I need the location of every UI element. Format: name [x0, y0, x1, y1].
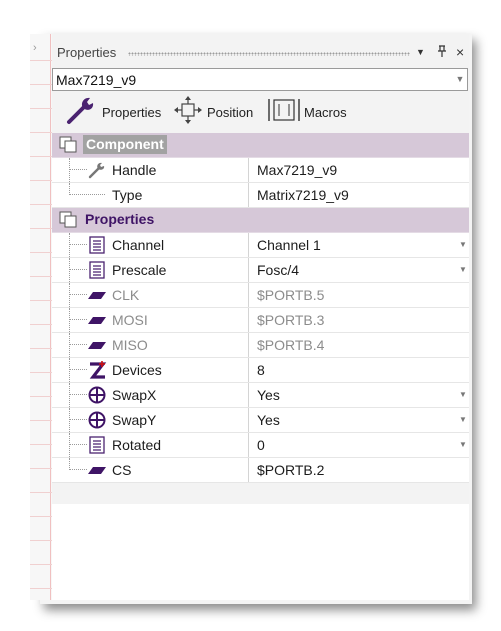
chevron-down-icon[interactable]: ▼	[453, 69, 467, 90]
property-name: CS	[112, 462, 132, 478]
category-pages-icon	[59, 136, 79, 159]
chevron-down-icon[interactable]: ▼	[457, 258, 469, 281]
property-name: Rotated	[112, 437, 162, 453]
category-properties-label: Properties	[85, 211, 155, 227]
property-name: Devices	[112, 362, 162, 378]
property-value[interactable]: Channel 1	[257, 237, 321, 253]
property-name: Prescale	[112, 262, 167, 278]
wrench-icon	[88, 161, 106, 179]
property-row-prescale[interactable]: Prescale Fosc/4 ▼	[52, 258, 469, 283]
category-component-label: Component	[83, 135, 167, 154]
properties-tab-button[interactable]: Properties	[66, 96, 161, 128]
move-arrows-icon	[173, 95, 203, 130]
circle-cross-icon	[88, 411, 106, 429]
component-selector-value: Max7219_v9	[56, 72, 137, 88]
property-value[interactable]: Yes	[257, 387, 280, 403]
drag-grip[interactable]	[128, 52, 410, 56]
list-icon	[88, 261, 106, 279]
property-name: CLK	[112, 287, 140, 303]
property-value[interactable]: $PORTB.2	[257, 462, 324, 478]
property-value[interactable]: Max7219_v9	[257, 162, 337, 178]
property-row-rotated[interactable]: Rotated 0 ▼	[52, 433, 469, 458]
pin-parallelogram-icon	[88, 336, 106, 354]
property-row-devices[interactable]: Devices 8	[52, 358, 469, 383]
panel-titlebar[interactable]: Properties ▼ ×	[52, 34, 469, 66]
component-selector[interactable]: Max7219_v9 ▼	[52, 68, 468, 91]
chevron-down-icon[interactable]: ▼	[457, 233, 469, 256]
grid-empty-area	[52, 504, 469, 600]
property-row-handle[interactable]: Handle Max7219_v9	[52, 158, 469, 183]
panel-title: Properties	[57, 45, 117, 60]
position-tab-button[interactable]: Position	[173, 95, 254, 130]
property-value[interactable]: $PORTB.3	[257, 312, 324, 328]
property-grid: Component Handle Max7219_v9 Type Matrix7…	[52, 133, 469, 483]
category-component[interactable]: Component	[52, 133, 469, 158]
pin-parallelogram-icon	[88, 311, 106, 329]
property-name: Type	[112, 187, 143, 203]
wrench-icon	[66, 95, 98, 130]
category-pages-icon	[59, 211, 79, 234]
property-row-miso[interactable]: MISO $PORTB.4	[52, 333, 469, 358]
chevron-down-icon[interactable]: ▼	[457, 383, 469, 406]
macros-tab-button[interactable]: Macros	[268, 96, 347, 128]
property-value[interactable]: $PORTB.4	[257, 337, 324, 353]
chevron-down-icon[interactable]: ▼	[457, 408, 469, 431]
property-value[interactable]: Yes	[257, 412, 280, 428]
properties-panel: Properties ▼ × Max7219_v9 ▼ Properties P…	[52, 34, 469, 600]
toolbar: Properties Position Macros	[52, 94, 469, 130]
property-value[interactable]: Fosc/4	[257, 262, 299, 278]
macros-icon	[268, 95, 300, 130]
property-name: SwapY	[112, 412, 157, 428]
property-row-swapy[interactable]: SwapY Yes ▼	[52, 408, 469, 433]
property-name: MOSI	[112, 312, 148, 328]
property-row-swapx[interactable]: SwapX Yes ▼	[52, 383, 469, 408]
left-editor-strip: ›	[30, 34, 53, 600]
property-name: SwapX	[112, 387, 157, 403]
property-row-mosi[interactable]: MOSI $PORTB.3	[52, 308, 469, 333]
property-row-cs[interactable]: CS $PORTB.2	[52, 458, 469, 483]
property-row-type[interactable]: Type Matrix7219_v9	[52, 183, 469, 208]
close-icon[interactable]: ×	[456, 44, 464, 60]
macros-tab-label: Macros	[304, 104, 347, 120]
chevron-right-icon: ›	[33, 42, 37, 54]
dropdown-triangle-icon[interactable]: ▼	[416, 47, 425, 57]
circle-cross-icon	[88, 386, 106, 404]
chevron-down-icon[interactable]: ▼	[457, 433, 469, 456]
list-icon	[88, 236, 106, 254]
property-name: Channel	[112, 237, 165, 253]
property-value[interactable]: 0	[257, 437, 265, 453]
pin-parallelogram-icon	[88, 461, 106, 479]
pin-parallelogram-icon	[88, 286, 106, 304]
pin-icon[interactable]	[437, 45, 447, 60]
property-name: MISO	[112, 337, 148, 353]
properties-tab-label: Properties	[102, 104, 162, 120]
property-value[interactable]: $PORTB.5	[257, 287, 324, 303]
z-number-icon	[88, 361, 107, 379]
property-row-clk[interactable]: CLK $PORTB.5	[52, 283, 469, 308]
property-value[interactable]: Matrix7219_v9	[257, 187, 349, 203]
position-tab-label: Position	[207, 104, 254, 120]
property-value[interactable]: 8	[257, 362, 265, 378]
list-icon	[88, 436, 106, 454]
property-name: Handle	[112, 162, 157, 178]
category-properties[interactable]: Properties	[52, 208, 469, 233]
property-row-channel[interactable]: Channel Channel 1 ▼	[52, 233, 469, 258]
